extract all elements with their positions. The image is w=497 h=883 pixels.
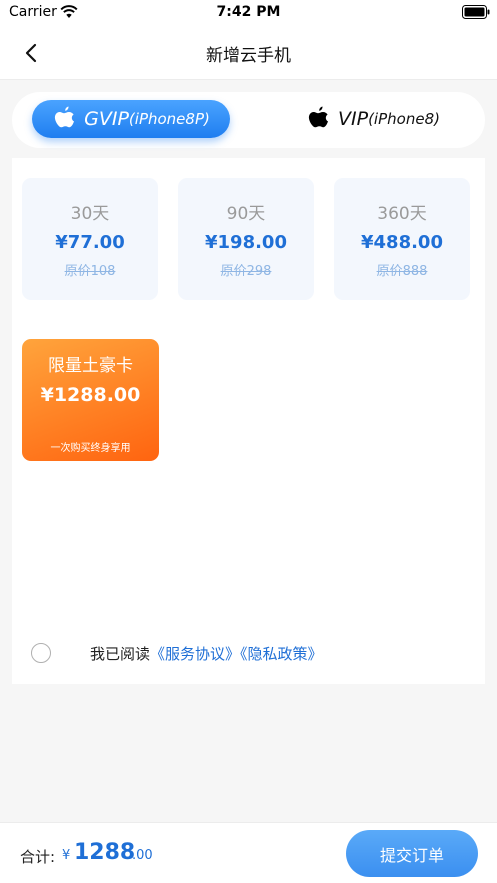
plan-original-price: 原价888 — [376, 264, 428, 279]
status-time: 7:42 PM — [216, 4, 281, 20]
nav-bar: 新增云手机 — [0, 26, 497, 80]
plan-card-360[interactable]: 360天 ¥488.00 原价888 — [334, 178, 470, 300]
battery-icon — [462, 5, 490, 19]
plan-card-30[interactable]: 30天 ¥77.00 原价108 — [22, 178, 158, 300]
vip-card-name: 限量土豪卡 — [48, 356, 133, 376]
vip-card[interactable]: 限量土豪卡 ¥1288.00 一次购买终身享用 — [22, 339, 159, 461]
service-agreement-link[interactable]: 《服务协议》 — [150, 645, 240, 663]
tab-gvip-sub: (iPhone8P) — [128, 110, 210, 128]
apple-icon — [308, 106, 329, 128]
checkout-bar: 合计: ¥ 1288 .00 提交订单 — [0, 822, 497, 883]
plan-days: 30天 — [70, 204, 110, 224]
apple-icon — [55, 106, 75, 128]
plan-original-price: 原价108 — [64, 264, 116, 279]
plan-type-tabs: GVIP (iPhone8P) VIP (iPhone8) — [12, 92, 485, 148]
agreement-prefix: 我已阅读 — [90, 645, 151, 663]
plan-price: ¥77.00 — [55, 232, 125, 253]
plan-original-price: 原价298 — [220, 264, 272, 279]
agreement-radio[interactable] — [31, 643, 51, 663]
total-amount: 1288 — [74, 840, 136, 865]
submit-order-button[interactable]: 提交订单 — [346, 830, 478, 877]
agreement-text: 我已阅读《服务协议》《隐私政策》 — [90, 643, 323, 664]
plan-days: 90天 — [226, 204, 266, 224]
plan-card-90[interactable]: 90天 ¥198.00 原价298 — [178, 178, 314, 300]
vip-card-note: 一次购买终身享用 — [50, 443, 131, 454]
tab-gvip[interactable]: GVIP (iPhone8P) — [32, 100, 230, 138]
tab-vip-label: VIP — [338, 108, 369, 130]
tab-vip[interactable]: VIP (iPhone8) — [274, 100, 472, 138]
tab-vip-sub: (iPhone8) — [368, 110, 440, 128]
page-title: 新增云手机 — [206, 46, 291, 66]
total-currency: ¥ — [62, 848, 71, 863]
total-amount-decimal: .00 — [132, 848, 153, 863]
status-bar: Carrier 7:42 PM — [0, 0, 497, 26]
vip-card-price: ¥1288.00 — [40, 384, 141, 406]
plan-price: ¥198.00 — [205, 232, 287, 253]
plan-price: ¥488.00 — [361, 232, 443, 253]
total-label: 合计: — [20, 848, 56, 866]
plan-days: 360天 — [377, 204, 427, 224]
privacy-policy-link[interactable]: 《隐私政策》 — [240, 645, 323, 663]
tab-gvip-label: GVIP — [84, 108, 129, 130]
plan-panel: 30天 ¥77.00 原价108 90天 ¥198.00 原价298 360天 … — [12, 158, 485, 684]
